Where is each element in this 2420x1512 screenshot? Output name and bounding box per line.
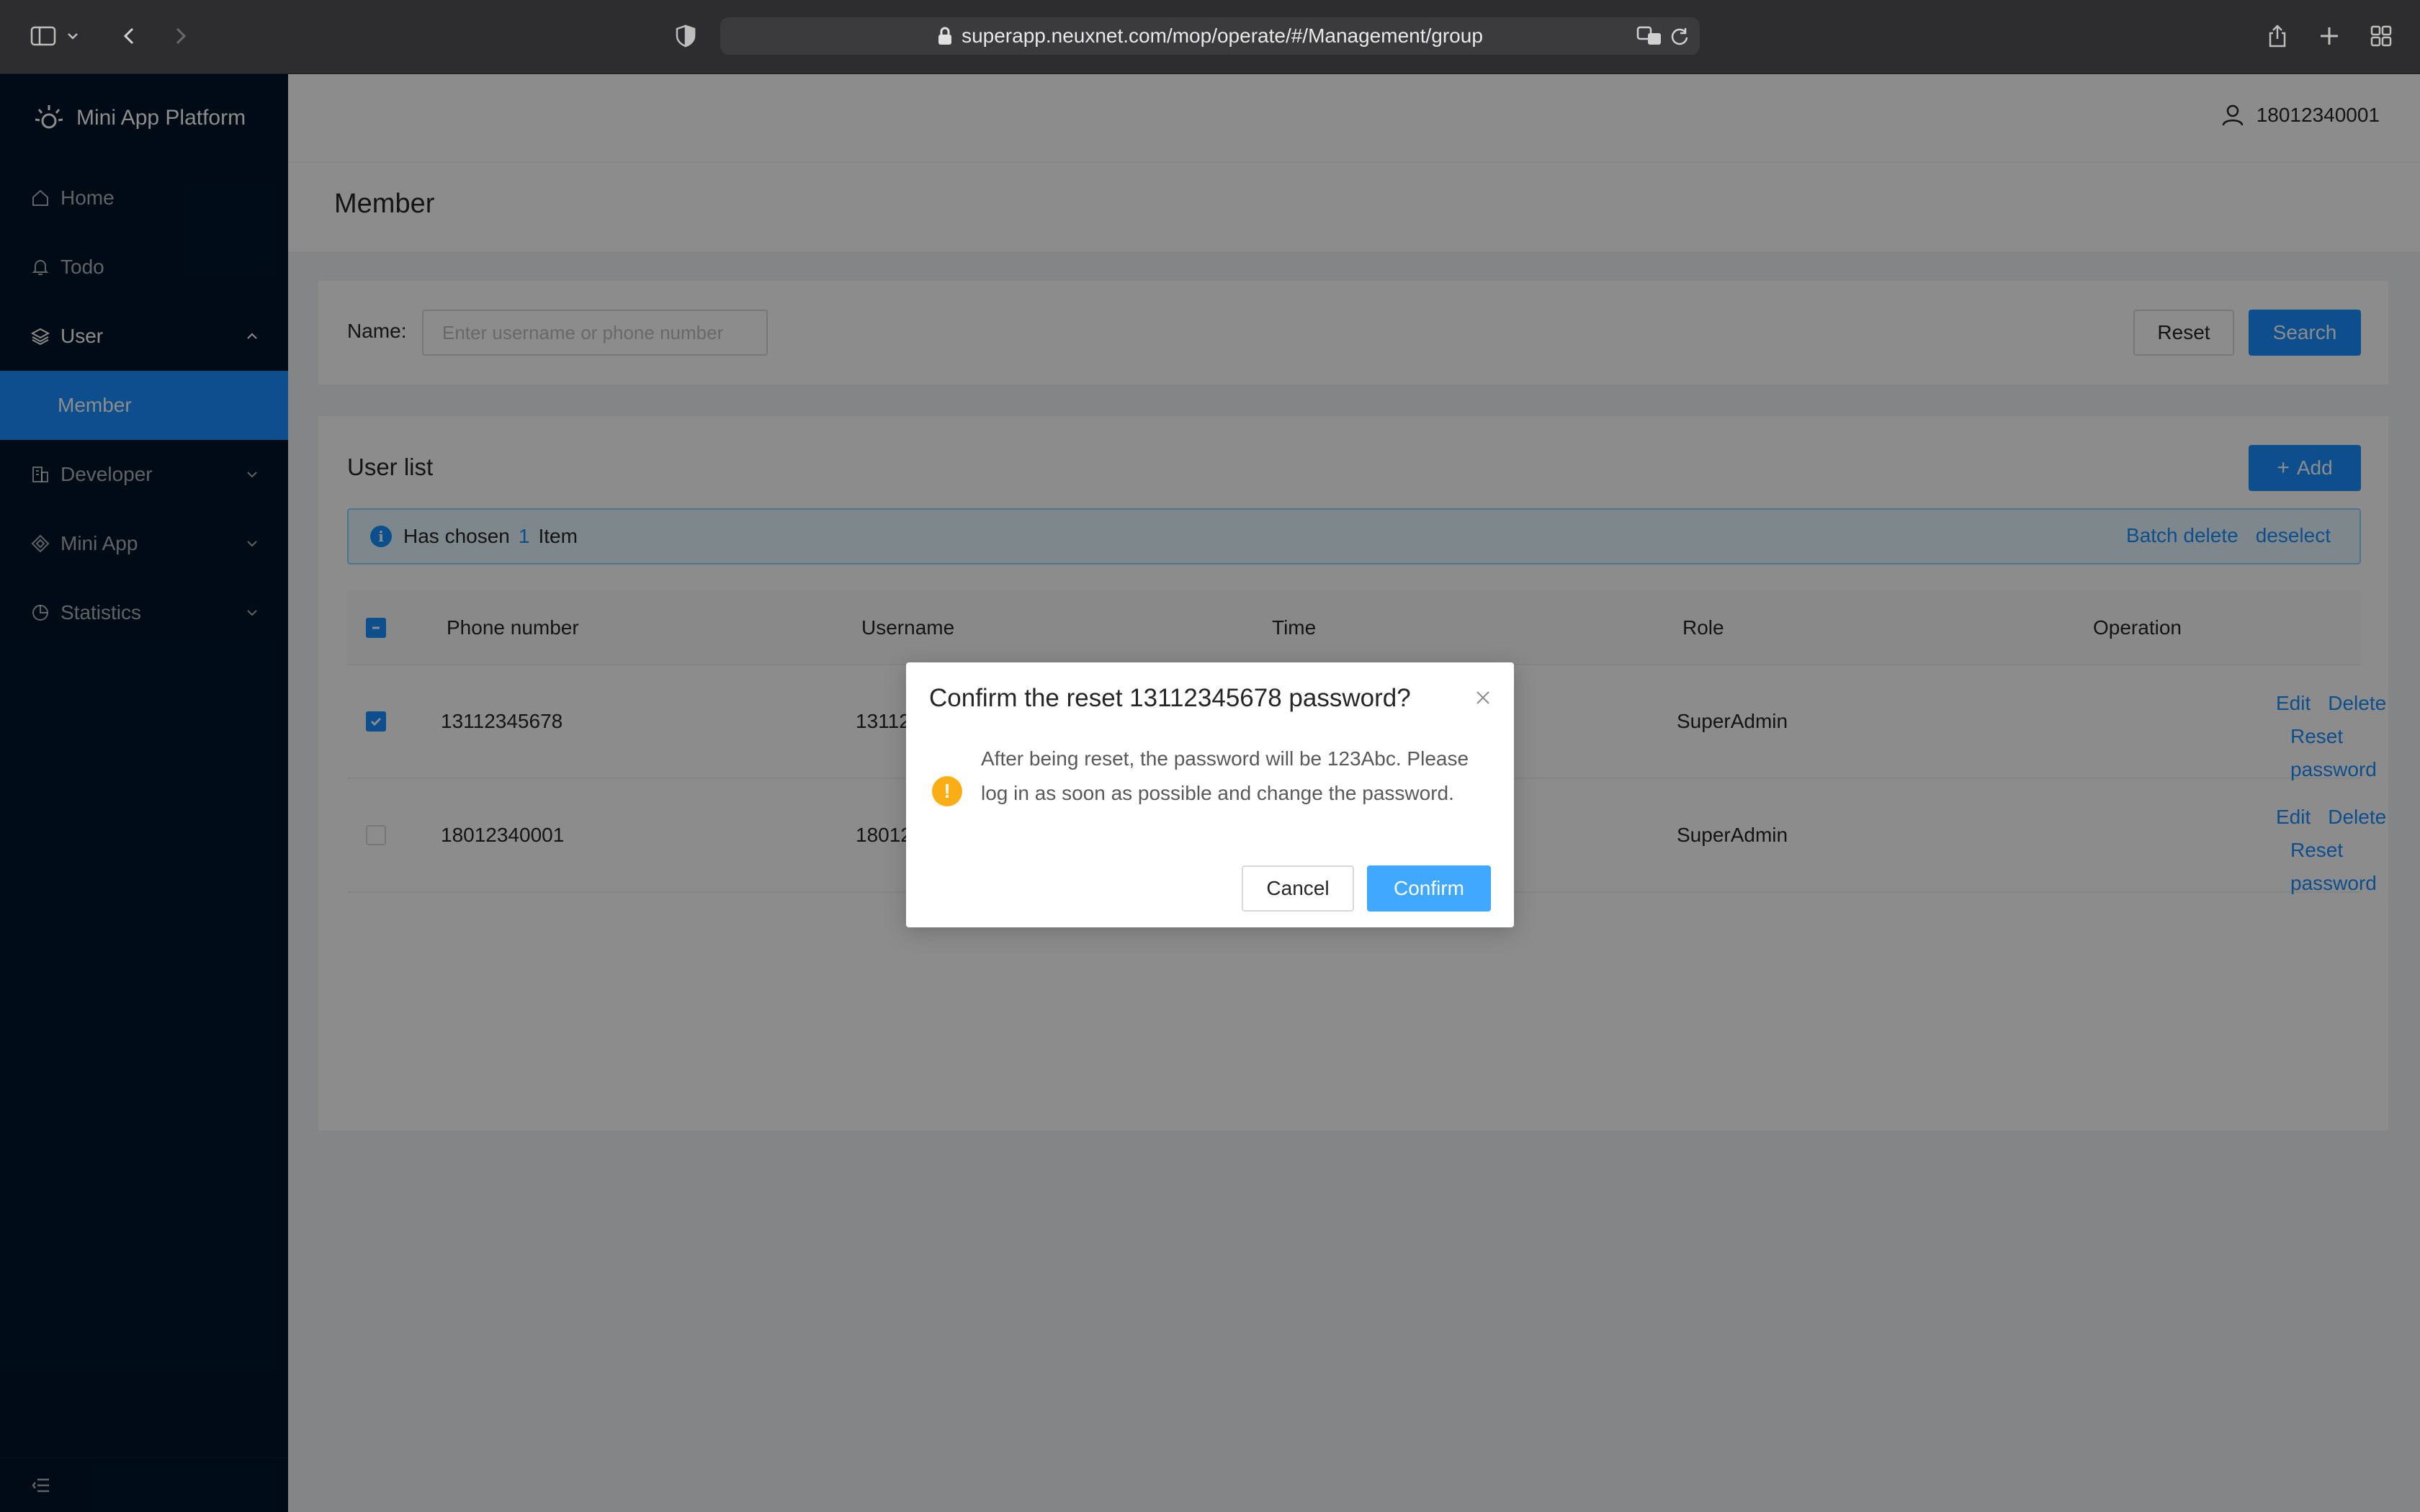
forward-icon[interactable] [164, 20, 196, 52]
cancel-button[interactable]: Cancel [1242, 865, 1354, 912]
back-icon[interactable] [114, 20, 145, 52]
sidebar-toggle-icon[interactable] [27, 20, 59, 52]
shield-icon[interactable] [670, 20, 702, 52]
chevron-down-icon[interactable] [63, 20, 82, 52]
close-icon[interactable] [1474, 688, 1492, 707]
reload-icon[interactable] [1670, 26, 1690, 46]
confirm-reset-modal: Confirm the reset 13112345678 password? … [906, 662, 1514, 927]
url-text: superapp.neuxnet.com/mop/operate/#/Manag… [962, 24, 1483, 47]
modal-title: Confirm the reset 13112345678 password? [929, 684, 1411, 712]
share-icon[interactable] [2262, 20, 2293, 52]
address-bar[interactable]: superapp.neuxnet.com/mop/operate/#/Manag… [720, 17, 1700, 55]
tab-overview-icon[interactable] [2365, 20, 2397, 52]
confirm-button[interactable]: Confirm [1367, 865, 1491, 912]
warning-icon: ! [932, 776, 962, 806]
new-tab-icon[interactable] [2313, 20, 2345, 52]
modal-content: After being reset, the password will be … [981, 747, 1469, 804]
lock-icon [938, 27, 952, 45]
translate-icon[interactable] [1636, 24, 1662, 48]
browser-toolbar: superapp.neuxnet.com/mop/operate/#/Manag… [0, 0, 2420, 74]
